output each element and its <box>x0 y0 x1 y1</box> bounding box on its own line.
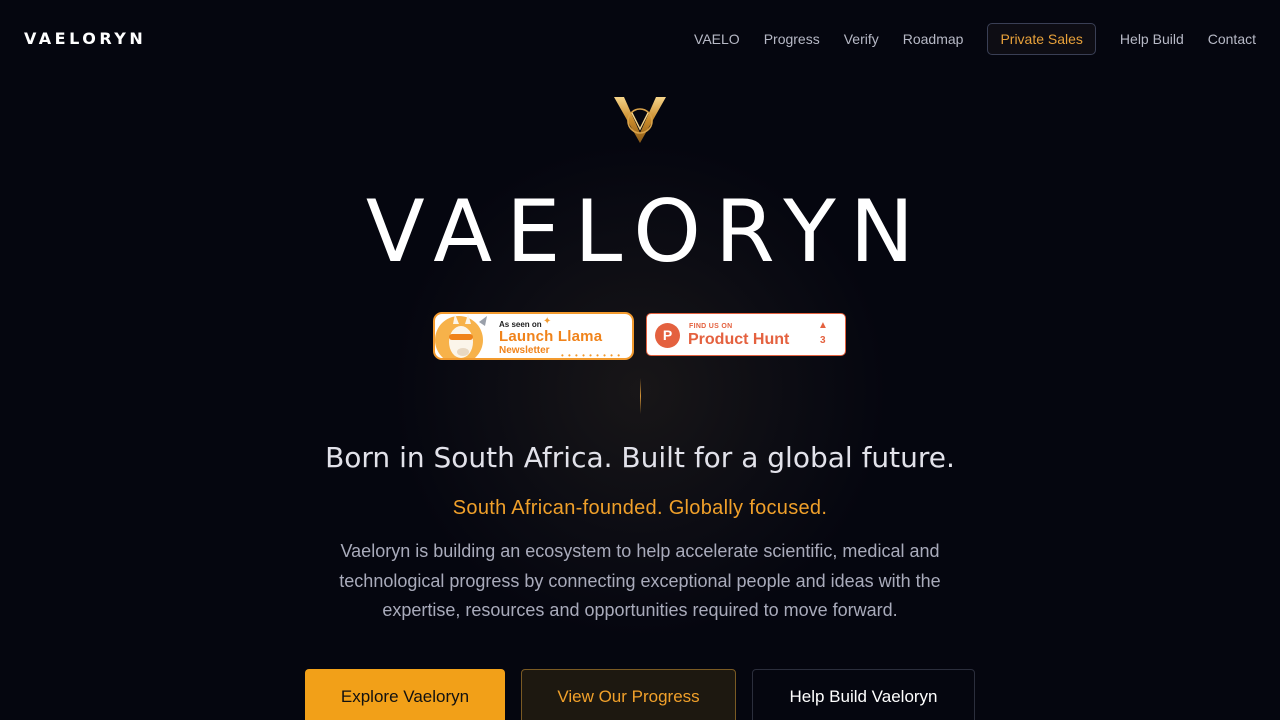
llama-mascot-icon <box>435 314 487 358</box>
hero-tagline: Born in South Africa. Built for a global… <box>325 441 955 474</box>
nav-link-progress[interactable]: Progress <box>764 24 820 54</box>
nav-link-private-sales[interactable]: Private Sales <box>987 23 1096 55</box>
product-hunt-logo-icon: P <box>655 323 680 348</box>
nav-link-help-build[interactable]: Help Build <box>1120 24 1184 54</box>
main-nav: VAELO Progress Verify Roadmap Private Sa… <box>670 23 1256 55</box>
hero-description: Vaeloryn is building an ecosystem to hel… <box>339 541 941 620</box>
hero-title: VAELORYN <box>365 182 929 282</box>
decorative-spark-line <box>640 378 641 414</box>
product-hunt-badge[interactable]: P FIND US ON Product Hunt ▲ 3 <box>646 313 846 356</box>
product-hunt-find-label: FIND US ON <box>689 323 733 330</box>
sparkle-icon: ✦ <box>543 316 552 327</box>
upvote-count: 3 <box>820 335 826 346</box>
launch-llama-newsletter-label: Newsletter <box>499 345 550 356</box>
nav-link-vaelo[interactable]: VAELO <box>694 24 740 54</box>
hero-subtagline: South African-founded. Globally focused. <box>452 497 828 519</box>
press-badges: As seen on ✦ Launch Llama Newsletter • •… <box>433 312 853 362</box>
vaeloryn-v-logo-icon <box>614 97 666 143</box>
site-header: VAELORYN VAELO Progress Verify Roadmap P… <box>0 0 1280 78</box>
product-hunt-name: Product Hunt <box>688 331 790 348</box>
view-progress-button[interactable]: View Our Progress <box>521 669 736 720</box>
launch-llama-badge[interactable]: As seen on ✦ Launch Llama Newsletter • •… <box>433 312 634 360</box>
explore-vaeloryn-button[interactable]: Explore Vaeloryn <box>305 669 505 720</box>
launch-llama-name: Launch Llama <box>499 328 603 345</box>
help-build-button[interactable]: Help Build Vaeloryn <box>752 669 975 720</box>
nav-link-contact[interactable]: Contact <box>1208 24 1256 54</box>
decorative-dots: • • • • • • • • • <box>561 351 621 360</box>
nav-link-roadmap[interactable]: Roadmap <box>903 24 964 54</box>
upvote-triangle-icon: ▲ <box>818 320 828 331</box>
brand-logo-text[interactable]: VAELORYN <box>24 29 146 48</box>
nav-link-verify[interactable]: Verify <box>844 24 879 54</box>
